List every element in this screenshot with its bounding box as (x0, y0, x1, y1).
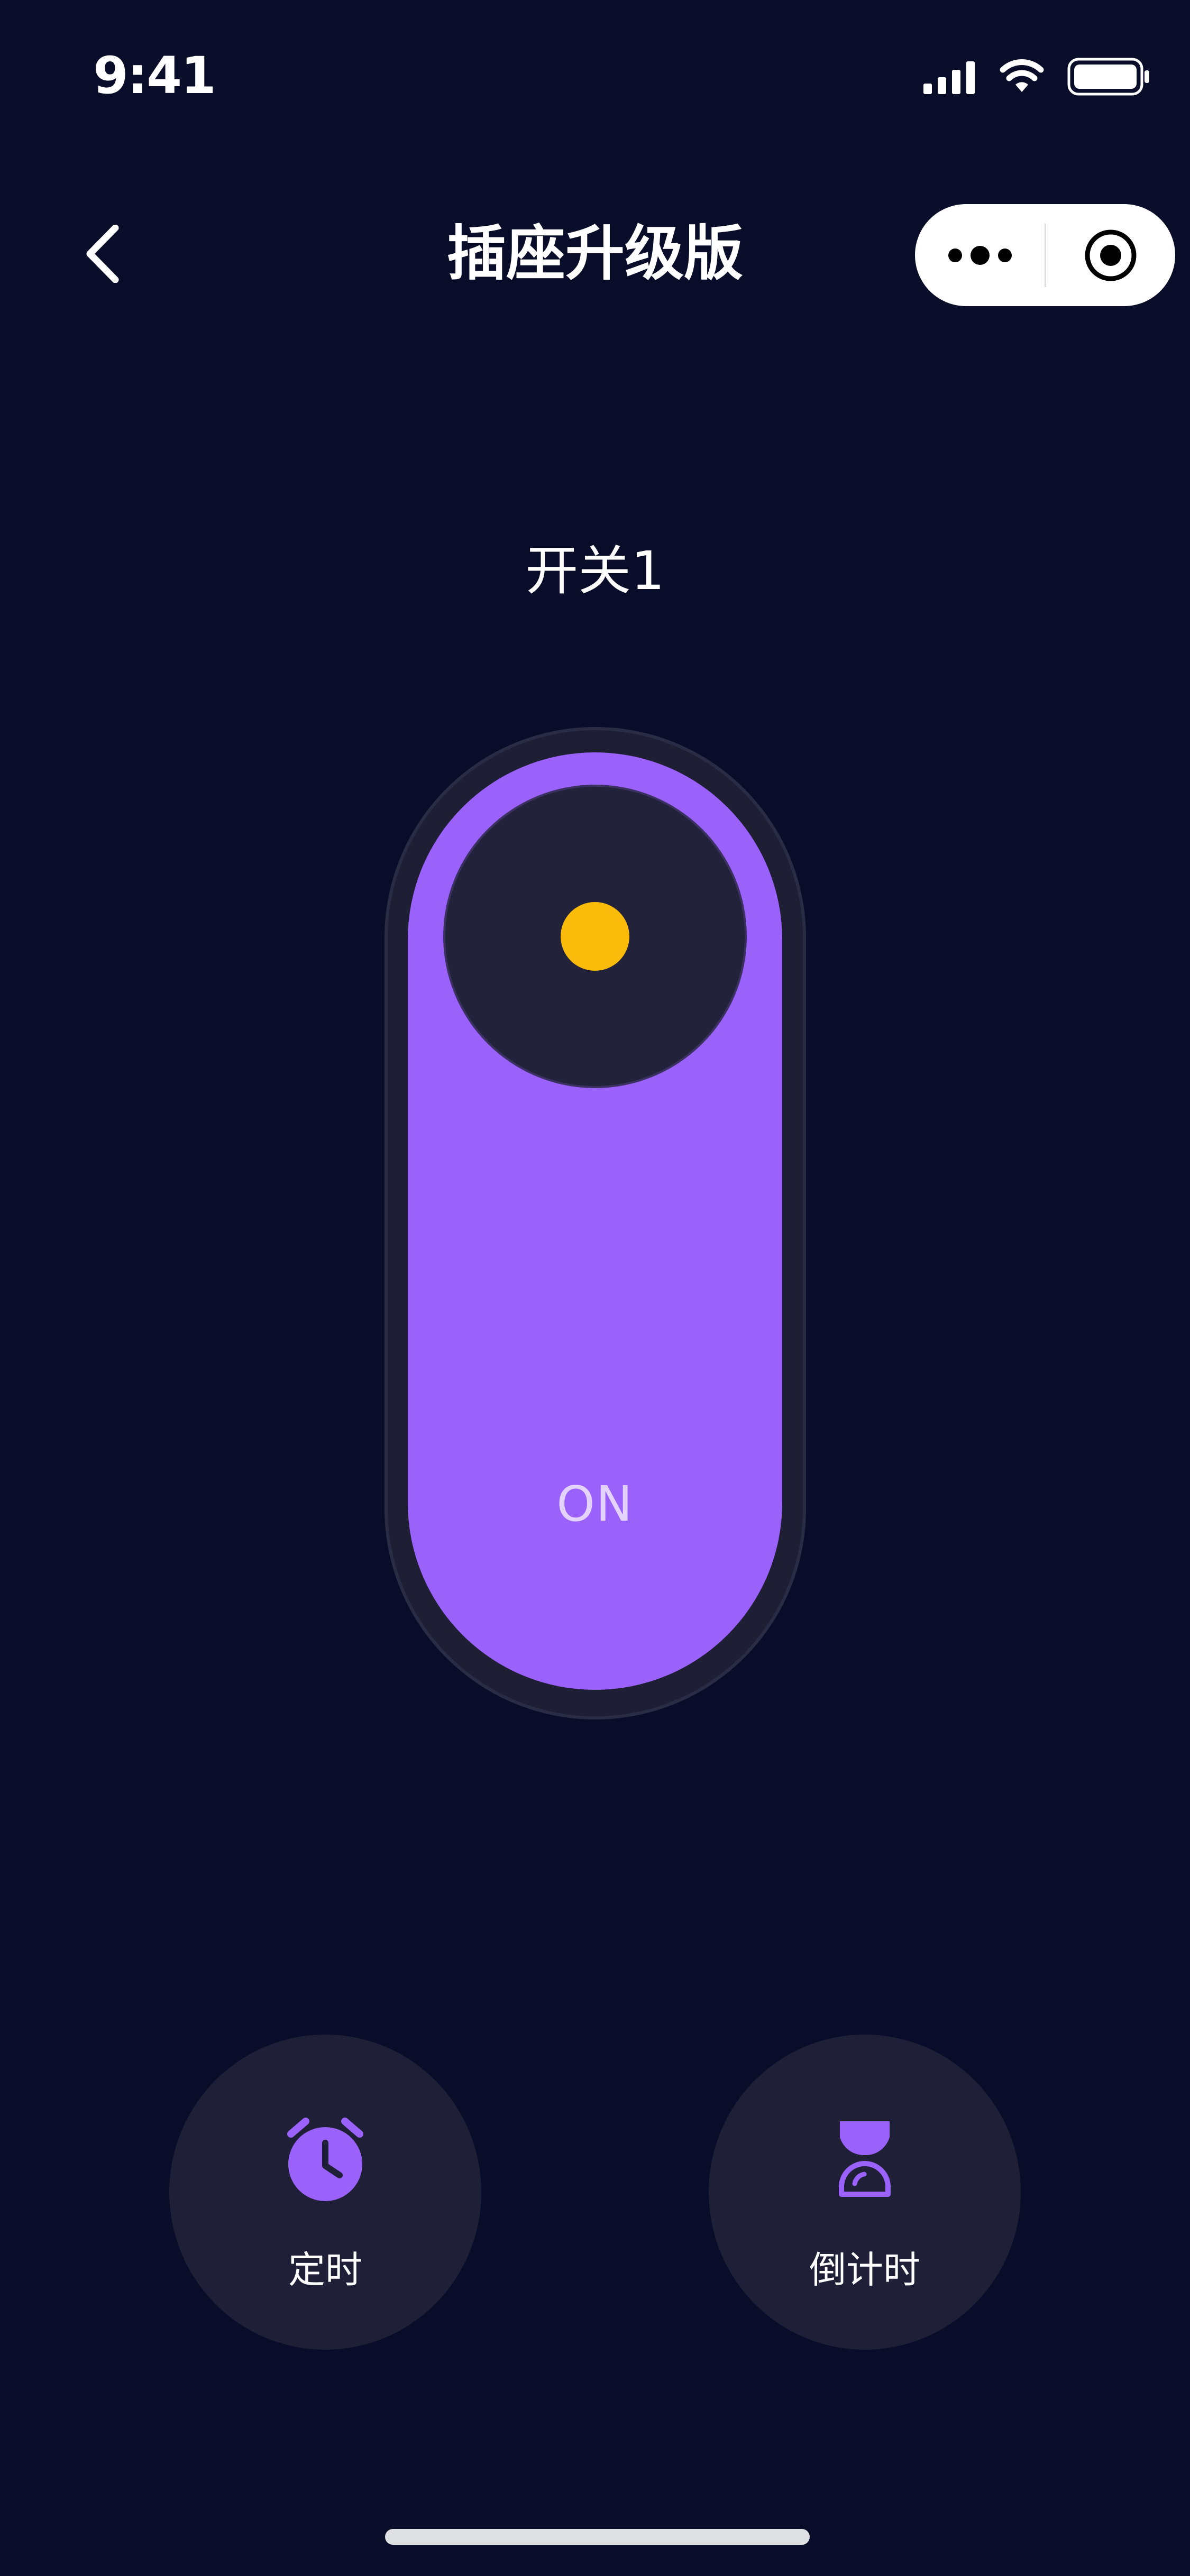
target-circle-icon (1085, 229, 1137, 281)
power-indicator-dot (561, 902, 629, 971)
status-time: 9:41 (93, 46, 216, 105)
more-button[interactable] (915, 204, 1045, 306)
more-dot (997, 248, 1012, 262)
wifi-icon (1000, 59, 1044, 92)
toggle-knob[interactable] (445, 787, 745, 1086)
hourglass-icon (839, 2121, 891, 2197)
mini-program-capsule (915, 204, 1175, 306)
signal-icon (923, 61, 975, 94)
battery-icon (1067, 58, 1149, 96)
timer-button[interactable]: 定时 (169, 2035, 481, 2350)
close-button[interactable] (1046, 204, 1175, 306)
timer-label: 定时 (288, 2248, 362, 2292)
countdown-button[interactable]: 倒计时 (709, 2035, 1021, 2350)
home-indicator[interactable] (385, 2529, 810, 2545)
more-dots-icon (948, 248, 962, 262)
more-dot (970, 245, 990, 265)
toggle-state-label: ON (556, 1476, 634, 1532)
timer-icon-wrap (169, 2114, 481, 2204)
countdown-label: 倒计时 (809, 2248, 920, 2292)
status-icons (923, 58, 1151, 96)
alarm-clock-icon (287, 2118, 363, 2201)
switch-label: 开关1 (525, 540, 665, 602)
countdown-icon-wrap (709, 2114, 1021, 2204)
